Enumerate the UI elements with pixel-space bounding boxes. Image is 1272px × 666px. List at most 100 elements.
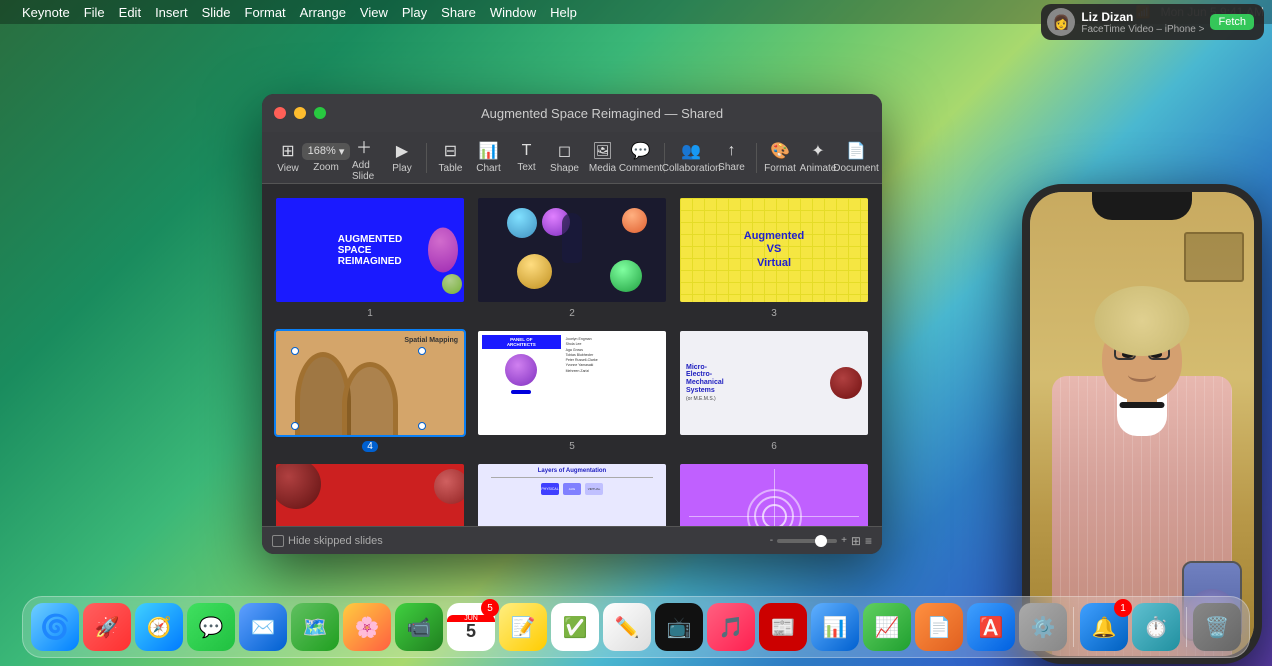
- list-view-icon[interactable]: ≡: [865, 534, 872, 548]
- menu-window[interactable]: Window: [490, 5, 536, 20]
- appletv-icon: 📺: [667, 615, 692, 640]
- menu-share[interactable]: Share: [441, 5, 476, 20]
- dock-icon-facetime[interactable]: 📹: [395, 603, 443, 651]
- dock-icon-notes[interactable]: 📝: [499, 603, 547, 651]
- slide-number-6: 6: [771, 441, 777, 452]
- document-icon: 📄: [846, 141, 866, 161]
- dock-icon-appstore[interactable]: 🅰️: [967, 603, 1015, 651]
- dock-icon-trash[interactable]: 🗑️: [1193, 603, 1241, 651]
- menu-play[interactable]: Play: [402, 5, 427, 20]
- screentime-icon: ⏱️: [1144, 615, 1169, 640]
- app-menu-keynote[interactable]: Keynote: [22, 5, 70, 20]
- grid-view-icon[interactable]: ⊞: [851, 534, 861, 548]
- toolbar-text[interactable]: T Text: [508, 138, 544, 177]
- dock-icon-reminders[interactable]: ✅: [551, 603, 599, 651]
- slide-item-1[interactable]: AUGMENTEDSPACEREIMAGINED 1: [274, 196, 466, 319]
- toolbar-chart[interactable]: 📊 Chart: [470, 137, 506, 178]
- slide-item-7[interactable]: AUGO 7: [274, 462, 466, 526]
- slide-thumb-6: Micro-Electro-MechanicalSystems (or M.E.…: [678, 329, 870, 437]
- toolbar-add-slide[interactable]: ＋ Add Slide: [346, 130, 382, 186]
- menu-edit[interactable]: Edit: [119, 5, 141, 20]
- menu-slide[interactable]: Slide: [202, 5, 231, 20]
- slide-item-8[interactable]: Layers of Augmentation PHYSICAL AUG VIRT…: [476, 462, 668, 526]
- toolbar-document[interactable]: 📄 Document: [838, 137, 874, 178]
- toolbar-animate[interactable]: ✦ Animate: [800, 137, 836, 178]
- text-icon: T: [522, 142, 532, 160]
- slide-item-4[interactable]: Spatial Mapping 4: [274, 329, 466, 452]
- dock-icon-calendar[interactable]: JUN 5 5: [447, 603, 495, 651]
- share-icon: ↑: [728, 142, 736, 160]
- dock-icon-pages[interactable]: 📄: [915, 603, 963, 651]
- notes-icon: 📝: [511, 615, 536, 640]
- slide-item-2[interactable]: 2: [476, 196, 668, 319]
- zoom-slider[interactable]: [777, 539, 837, 543]
- hide-skipped-checkbox[interactable]: [272, 535, 284, 547]
- slide-3-text: AugmentedVSVirtual: [744, 230, 805, 270]
- slide-item-5[interactable]: PANEL OFARCHITECTS Jocelyn Engman Shola …: [476, 329, 668, 452]
- trash-icon: 🗑️: [1205, 615, 1230, 640]
- toolbar-view[interactable]: ⊞ View: [270, 137, 306, 178]
- checkbox-container[interactable]: Hide skipped slides: [272, 535, 383, 547]
- menu-view[interactable]: View: [360, 5, 388, 20]
- toolbar-share[interactable]: ↑ Share: [714, 138, 750, 177]
- dock-icon-settings[interactable]: ⚙️: [1019, 603, 1067, 651]
- facetime-icon: 📹: [407, 615, 432, 640]
- table-icon: ⊟: [444, 141, 457, 161]
- menu-format[interactable]: Format: [245, 5, 286, 20]
- launchpad-icon: 🚀: [95, 615, 120, 640]
- dock-icon-keynote[interactable]: 📊: [811, 603, 859, 651]
- toolbar-table[interactable]: ⊟ Table: [432, 137, 468, 178]
- slide-thumb-4: Spatial Mapping: [274, 329, 466, 437]
- dock-icon-screentime[interactable]: ⏱️: [1132, 603, 1180, 651]
- dock-icon-freeform[interactable]: ✏️: [603, 603, 651, 651]
- slide-number-1: 1: [367, 308, 373, 319]
- toolbar-collaboration[interactable]: 👥 Collaboration: [671, 137, 712, 178]
- keynote-icon: 📊: [823, 615, 848, 640]
- add-slide-label: Add Slide: [352, 160, 376, 182]
- dock-icon-music[interactable]: 🎵: [707, 603, 755, 651]
- dock-icon-appletv[interactable]: 📺: [655, 603, 703, 651]
- hide-skipped-label: Hide skipped slides: [288, 535, 383, 547]
- finder-icon: 🌀: [40, 613, 70, 642]
- zoom-out-icon[interactable]: -: [770, 535, 773, 546]
- shape-icon: ◻: [558, 141, 571, 161]
- add-slide-icon: ＋: [356, 134, 372, 158]
- dock-icon-numbers[interactable]: 📈: [863, 603, 911, 651]
- slide-thumb-8: Layers of Augmentation PHYSICAL AUG VIRT…: [476, 462, 668, 526]
- dock-icon-finder[interactable]: 🌀: [31, 603, 79, 651]
- toolbar-format[interactable]: 🎨 Format: [762, 137, 798, 178]
- slide-thumb-7: AUGO: [274, 462, 466, 526]
- dock-icon-photos[interactable]: 🌸: [343, 603, 391, 651]
- menu-insert[interactable]: Insert: [155, 5, 188, 20]
- toolbar-shape[interactable]: ◻ Shape: [546, 137, 582, 178]
- traffic-light-close[interactable]: [274, 107, 286, 119]
- dock-icon-news[interactable]: 📰: [759, 603, 807, 651]
- comment-icon: 💬: [631, 141, 651, 161]
- toolbar-play[interactable]: ▶ Play: [384, 137, 420, 178]
- toolbar-zoom[interactable]: 168% ▾ Zoom: [308, 139, 344, 177]
- dock-icon-mail[interactable]: ✉️: [239, 603, 287, 651]
- slide-item-9[interactable]: 9: [678, 462, 870, 526]
- dock-icon-safari[interactable]: 🧭: [135, 603, 183, 651]
- traffic-light-minimize[interactable]: [294, 107, 306, 119]
- zoom-in-icon[interactable]: +: [841, 535, 847, 546]
- menu-help[interactable]: Help: [550, 5, 577, 20]
- menu-arrange[interactable]: Arrange: [300, 5, 346, 20]
- traffic-light-maximize[interactable]: [314, 107, 326, 119]
- toolbar-comment[interactable]: 💬 Comment: [622, 137, 658, 178]
- dock-icon-notifications[interactable]: 🔔 1: [1080, 603, 1128, 651]
- dock-icon-maps[interactable]: 🗺️: [291, 603, 339, 651]
- zoom-value: 168%: [308, 145, 336, 157]
- media-icon: 🖼: [592, 141, 612, 161]
- notifications-badge: 1: [1114, 599, 1132, 617]
- dock-icon-messages[interactable]: 💬: [187, 603, 235, 651]
- zoom-chevron-icon: ▾: [339, 145, 345, 158]
- toolbar-media[interactable]: 🖼 Media: [584, 137, 620, 178]
- format-icon: 🎨: [770, 141, 790, 161]
- dock-icon-launchpad[interactable]: 🚀: [83, 603, 131, 651]
- slide-item-6[interactable]: Micro-Electro-MechanicalSystems (or M.E.…: [678, 329, 870, 452]
- zoom-control[interactable]: 168% ▾: [302, 143, 351, 160]
- zoom-label: Zoom: [313, 162, 339, 173]
- slide-item-3[interactable]: AugmentedVSVirtual 3: [678, 196, 870, 319]
- menu-file[interactable]: File: [84, 5, 105, 20]
